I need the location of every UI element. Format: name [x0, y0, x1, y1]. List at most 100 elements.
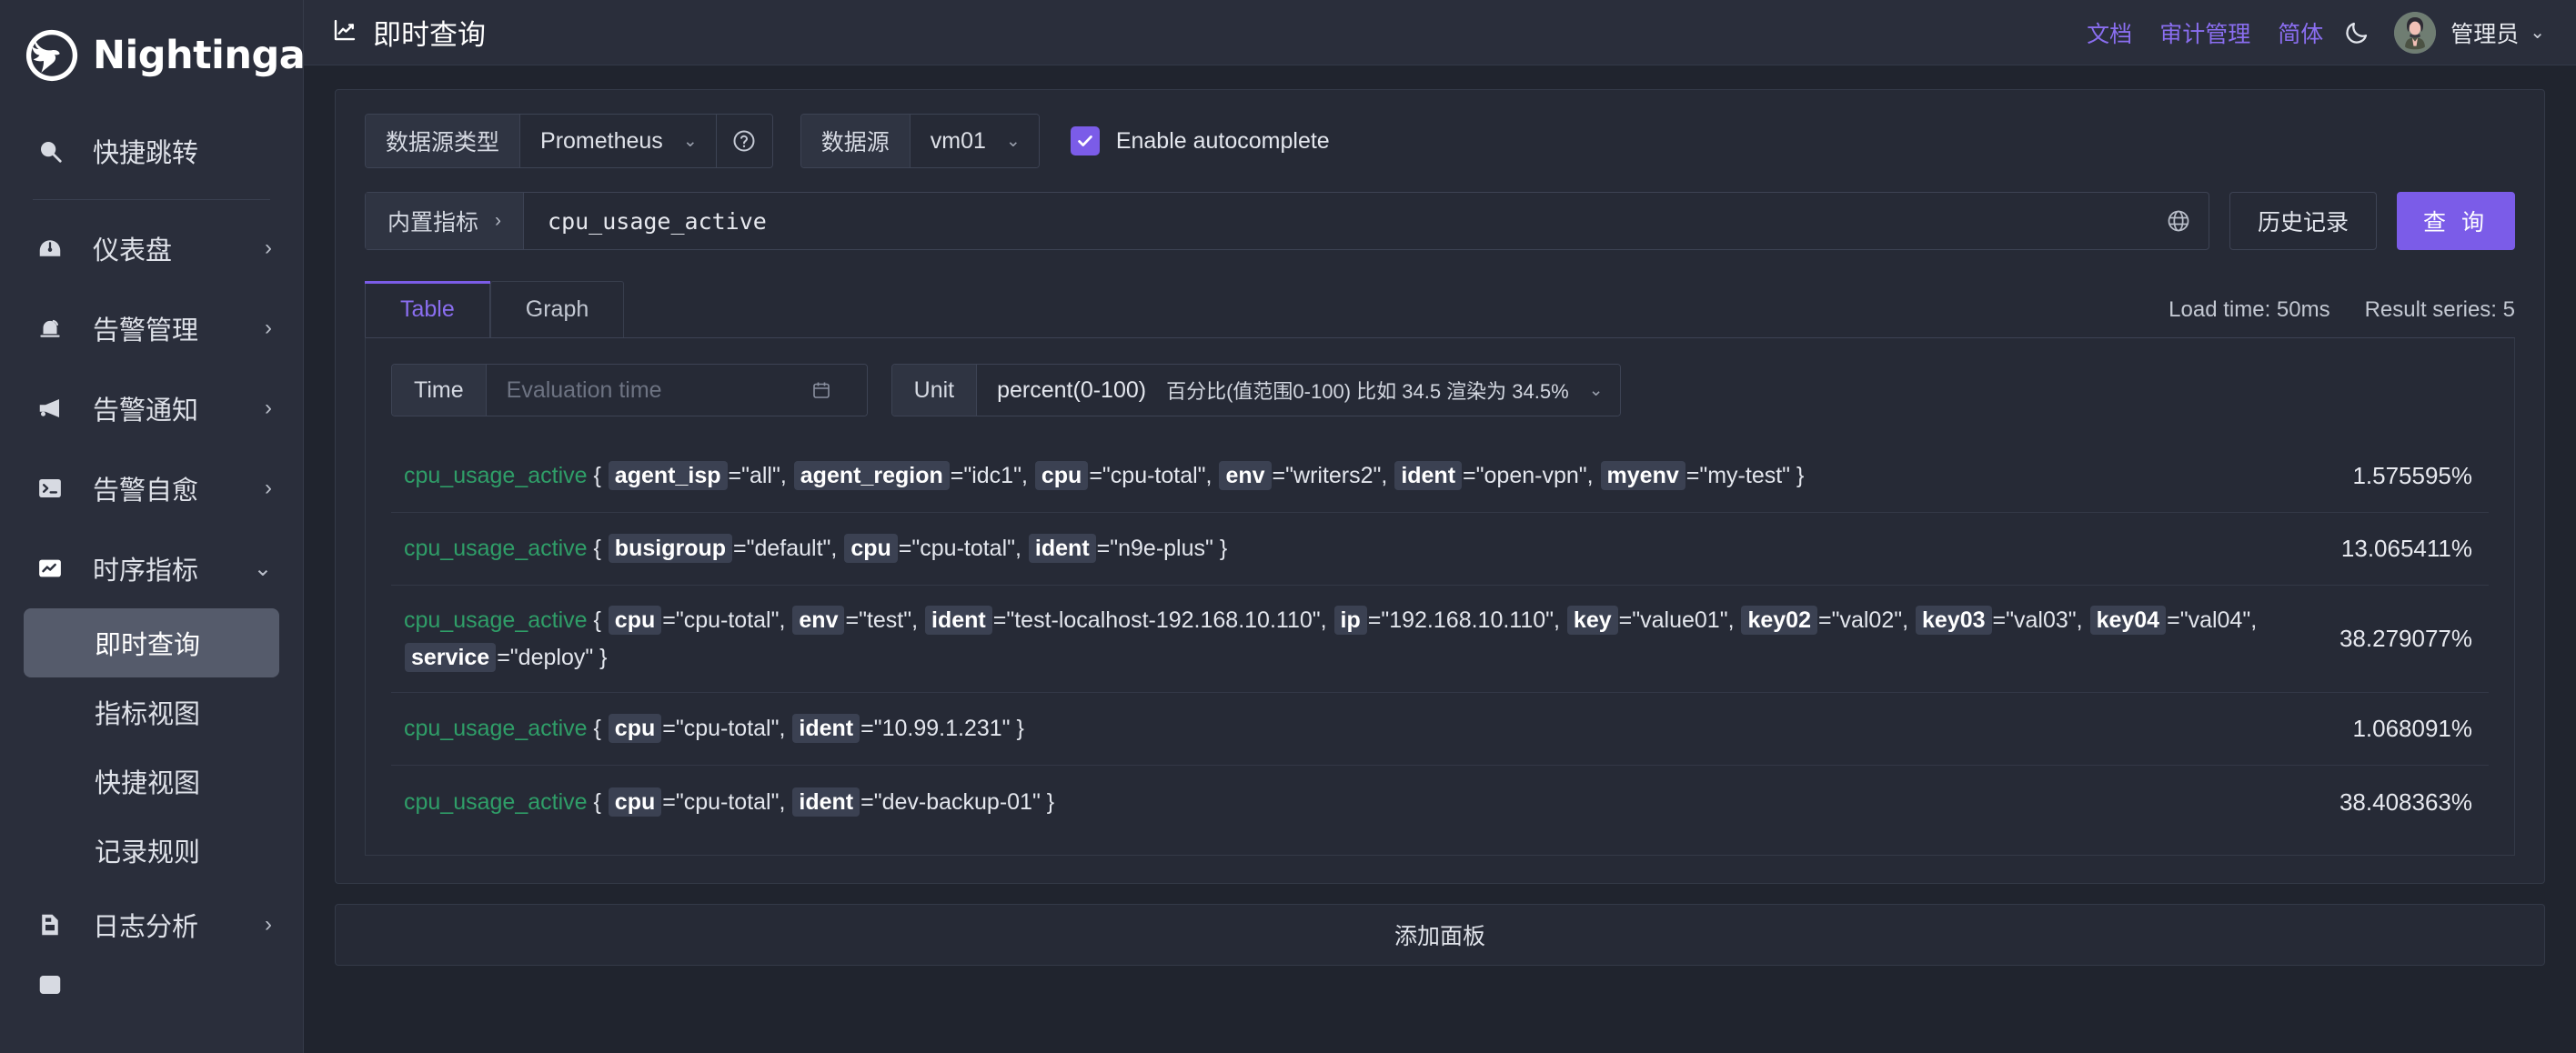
table-row[interactable]: cpu_usage_active { cpu ="cpu-total", env =… [391, 586, 2489, 693]
checkbox-checked-icon[interactable] [1070, 126, 1100, 155]
label-key: agent_isp [608, 461, 728, 491]
time-label: Time [392, 365, 487, 416]
sidebar-subitem-record-rules[interactable]: 记录规则 [24, 816, 279, 885]
label-value: ="my-test" [1685, 463, 1796, 489]
sidebar-item-alert-selfheal[interactable]: 告警自愈 › [0, 448, 303, 528]
moon-icon[interactable] [2343, 19, 2370, 46]
sidebar-item-label: 仪表盘 [93, 236, 173, 266]
label-value: ="test", [845, 607, 925, 633]
metric-name: cpu_usage_active [404, 788, 588, 815]
unit-select[interactable]: percent(0-100) 百分比(值范围0-100) 比如 34.5 渲染为… [977, 365, 1620, 416]
series-expression: cpu_usage_active { cpu ="cpu-total", env =… [404, 606, 2258, 672]
query-row: 内置指标 › cpu_usage_active 历史记录 查 询 [365, 192, 2515, 250]
sidebar-subitem-label: 指标视图 [95, 700, 201, 729]
sidebar-subitem-label: 快捷视图 [95, 769, 201, 798]
chevron-down-icon: ⌄ [253, 556, 272, 581]
label-value: ="cpu-total", [662, 716, 792, 742]
chart-line-icon [331, 16, 358, 48]
metric-name: cpu_usage_active [404, 607, 588, 633]
calendar-icon[interactable] [792, 379, 850, 401]
brand-logo[interactable]: Nightingale [0, 0, 303, 111]
promql-input[interactable]: cpu_usage_active [524, 193, 2148, 249]
add-panel-button[interactable]: 添加面板 [335, 904, 2545, 966]
sidebar-subitem-metric-view[interactable]: 指标视图 [24, 677, 279, 747]
audit-link[interactable]: 审计管理 [2159, 16, 2250, 49]
label-value: ="cpu-total", [662, 607, 792, 633]
label-value: ="deploy" [497, 644, 600, 670]
label-value: ="idc1", [950, 463, 1034, 489]
builtin-metrics-button[interactable]: 内置指标 › [366, 193, 525, 249]
series-value: 38.408363% [2339, 787, 2472, 816]
datasource-type-group: 数据源类型 Prometheus ⌄ [365, 114, 773, 168]
query-panel: 数据源类型 Prometheus ⌄ 数据源 vm01 ⌄ Enable aut… [335, 89, 2545, 884]
terminal-icon [33, 475, 67, 502]
document-icon [33, 911, 67, 938]
docs-link[interactable]: 文档 [2087, 16, 2132, 49]
label-key: ident [792, 714, 860, 744]
sidebar-subitem-instant-query[interactable]: 即时查询 [24, 608, 279, 677]
sidebar-item-alert-management[interactable]: 告警管理 › [0, 288, 303, 368]
table-row[interactable]: cpu_usage_active { agent_isp ="all", agen… [391, 440, 2489, 513]
history-button[interactable]: 历史记录 [2229, 192, 2378, 250]
run-query-button[interactable]: 查 询 [2397, 192, 2515, 250]
datasource-type-label: 数据源类型 [366, 115, 521, 167]
label-key: myenv [1600, 461, 1685, 491]
sidebar-item-label: 日志分析 [93, 913, 199, 942]
label-value: ="open-vpn", [1463, 463, 1600, 489]
main-area: 即时查询 文档 审计管理 简体 管理员 ⌄ 数据源类型 Prometheus ⌄… [304, 0, 2576, 1053]
datasource-value: vm01 [930, 127, 986, 154]
question-circle-icon[interactable] [715, 115, 772, 167]
chevron-down-icon: ⌄ [1005, 131, 1021, 151]
dashboard-icon [33, 235, 67, 262]
label-key: ip [1333, 606, 1367, 635]
label-key: env [792, 606, 845, 635]
sidebar-item-label: 时序指标 [93, 557, 199, 586]
sidebar-item-dashboard[interactable]: 仪表盘 › [0, 208, 303, 288]
sidebar-item-log-analysis[interactable]: 日志分析 › [0, 885, 303, 965]
globe-icon[interactable] [2148, 193, 2209, 249]
sidebar-item-label: 告警自愈 [93, 476, 199, 506]
label-key: ident [792, 787, 860, 817]
table-row[interactable]: cpu_usage_active { busigroup ="default", … [391, 513, 2489, 586]
unit-description: 百分比(值范围0-100) 比如 34.5 渲染为 34.5% [1166, 380, 1569, 403]
page-title-text: 即时查询 [373, 19, 486, 51]
datasource-row: 数据源类型 Prometheus ⌄ 数据源 vm01 ⌄ Enable aut… [365, 114, 2515, 168]
sidebar-item-tracing[interactable] [0, 965, 303, 1005]
datasource-type-select[interactable]: Prometheus ⌄ [520, 115, 716, 167]
sidebar-divider [33, 199, 270, 200]
sidebar-subitem-label: 即时查询 [95, 631, 201, 660]
user-name[interactable]: 管理员 [2450, 16, 2519, 49]
result-series: Result series: 5 [2364, 297, 2515, 322]
label-value: ="192.168.10.110", [1367, 607, 1566, 633]
sidebar-item-metrics[interactable]: 时序指标 ⌄ [0, 528, 303, 608]
avatar[interactable] [2394, 11, 2437, 54]
label-key: ident [1028, 534, 1096, 564]
tab-table[interactable]: Table [365, 281, 490, 337]
label-key: ident [925, 606, 992, 635]
label-key: agent_region [793, 461, 950, 491]
sidebar-item-alert-notify[interactable]: 告警通知 › [0, 368, 303, 448]
evaluation-time-input[interactable]: Evaluation time [486, 365, 867, 416]
sidebar-item-quick-jump[interactable]: 快捷跳转 [0, 111, 303, 191]
series-value: 13.065411% [2340, 535, 2472, 562]
label-value: ="dev-backup-01" [860, 788, 1047, 815]
label-value: ="n9e-plus" [1096, 536, 1220, 562]
chevron-right-icon: › [265, 912, 272, 937]
label-value: ="writers2", [1272, 463, 1394, 489]
table-row[interactable]: cpu_usage_active { cpu ="cpu-total", iden… [391, 766, 2489, 838]
sidebar-subitem-quick-view[interactable]: 快捷视图 [24, 747, 279, 816]
label-value: ="value01", [1618, 607, 1741, 633]
datasource-label: 数据源 [800, 115, 911, 167]
sidebar-subitem-label: 记录规则 [95, 838, 201, 867]
metric-name: cpu_usage_active [404, 463, 588, 489]
tab-graph[interactable]: Graph [489, 281, 625, 337]
label-key: cpu [608, 606, 662, 635]
language-link[interactable]: 简体 [2278, 16, 2323, 49]
autocomplete-toggle[interactable]: Enable autocomplete [1070, 126, 1330, 155]
label-key: key04 [2089, 606, 2167, 635]
table-row[interactable]: cpu_usage_active { cpu ="cpu-total", iden… [391, 693, 2489, 766]
label-value: ="all", [728, 463, 793, 489]
datasource-select[interactable]: vm01 ⌄ [910, 115, 1039, 167]
chevron-down-icon[interactable]: ⌄ [2530, 21, 2545, 44]
page-title: 即时查询 [331, 12, 486, 53]
